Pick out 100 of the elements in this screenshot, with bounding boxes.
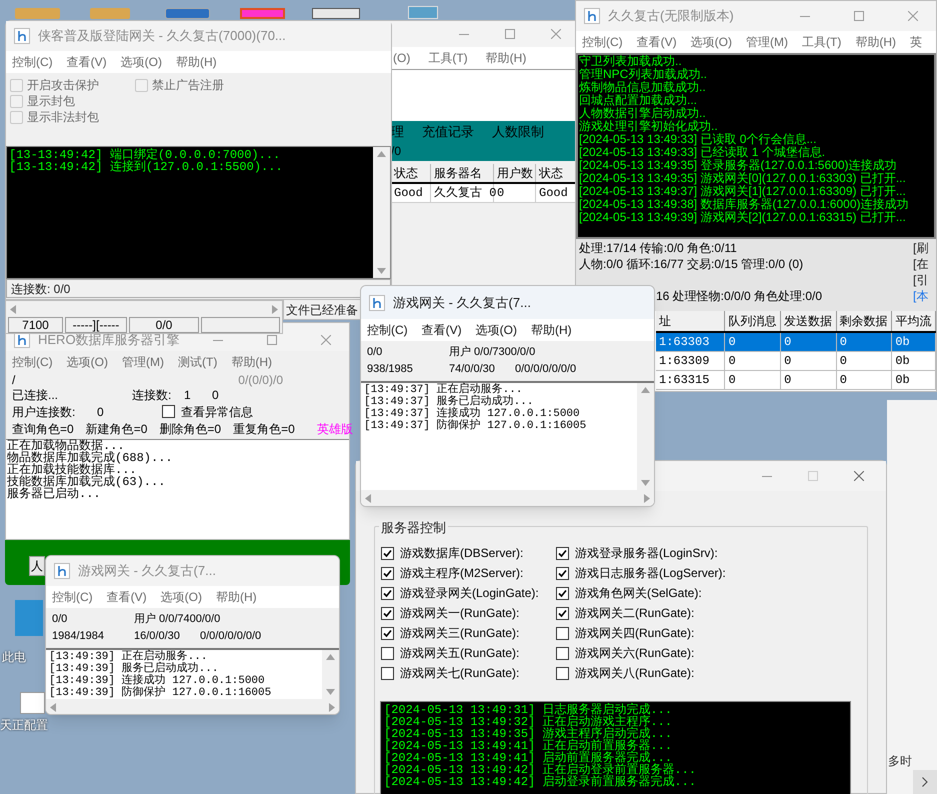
checkbox[interactable] bbox=[556, 586, 569, 600]
table-row[interactable]: 1:63315 0 0 0 0b bbox=[656, 371, 936, 390]
column-header[interactable]: 队列消息 bbox=[725, 311, 782, 331]
checkbox[interactable] bbox=[381, 646, 394, 660]
scroll-up-icon[interactable] bbox=[326, 654, 335, 660]
menu-item[interactable]: 查看(V) bbox=[422, 321, 462, 339]
scroll-right-icon[interactable] bbox=[272, 304, 278, 314]
scroll-left-icon[interactable] bbox=[10, 304, 16, 314]
scroll-down-icon[interactable] bbox=[377, 268, 386, 274]
next-button[interactable] bbox=[913, 770, 937, 794]
checkbox[interactable] bbox=[556, 546, 569, 560]
checkbox[interactable] bbox=[556, 666, 569, 680]
menu-item[interactable]: 查看(V) bbox=[66, 53, 107, 71]
chevron-right-icon bbox=[922, 777, 928, 787]
close-icon[interactable] bbox=[321, 335, 331, 345]
menu-item[interactable]: 帮助(H) bbox=[176, 53, 217, 71]
scrollbar[interactable] bbox=[361, 490, 654, 506]
scroll-left-icon[interactable] bbox=[365, 494, 371, 502]
close-icon[interactable] bbox=[908, 11, 918, 21]
checkbox[interactable] bbox=[381, 666, 394, 680]
scroll-up-icon[interactable] bbox=[641, 387, 650, 393]
checkbox[interactable] bbox=[162, 405, 175, 418]
scroll-down-icon[interactable] bbox=[326, 689, 335, 695]
menu-item[interactable]: 帮助(H) bbox=[855, 33, 896, 51]
maximize-icon[interactable] bbox=[808, 471, 818, 481]
checkbox[interactable] bbox=[556, 626, 569, 640]
menu-item[interactable]: 帮助(H) bbox=[486, 49, 526, 67]
checkbox-label: 游戏网关六(RunGate): bbox=[575, 645, 694, 662]
scrollbar[interactable] bbox=[322, 650, 339, 699]
close-icon[interactable] bbox=[854, 471, 864, 481]
menu-item[interactable]: 工具(T) bbox=[802, 33, 842, 51]
window-title: 侠客普及版登陆网关 - 久久复古(7000)(70... bbox=[38, 27, 286, 46]
log-line: 服务器已启动... bbox=[7, 488, 102, 500]
scroll-down-icon[interactable] bbox=[641, 480, 650, 486]
scroll-right-icon[interactable] bbox=[329, 702, 335, 712]
log-line: [2024-05-13 13:49:41] 启动前置服务器完成... bbox=[384, 752, 672, 764]
menu-item[interactable]: 帮助(H) bbox=[231, 353, 272, 371]
menu-item[interactable]: 查看(V) bbox=[106, 588, 147, 606]
column-header[interactable]: 状态 bbox=[536, 164, 576, 182]
column-header[interactable]: 服务器名 bbox=[431, 164, 494, 182]
toolbar-item[interactable]: 充值记录 bbox=[422, 122, 474, 142]
menu-item[interactable]: 控制(C) bbox=[367, 321, 408, 339]
desktop-icon[interactable] bbox=[20, 692, 45, 714]
checkbox[interactable] bbox=[381, 586, 394, 600]
scrollbar[interactable] bbox=[46, 699, 339, 714]
menu-item[interactable]: 选项(O) bbox=[476, 321, 517, 339]
menu-item[interactable]: 控制(C) bbox=[12, 53, 53, 71]
checkbox[interactable] bbox=[381, 606, 394, 620]
toolbar-item[interactable]: 理 bbox=[391, 122, 404, 142]
log-line: [13-13:49:42] 端口绑定(0.0.0.0:7000)... bbox=[9, 149, 282, 161]
menu-item[interactable]: 工具(T) bbox=[428, 49, 468, 67]
scrollbar[interactable] bbox=[637, 383, 654, 490]
close-icon[interactable] bbox=[551, 29, 561, 39]
toolbar-item[interactable]: 人数限制 bbox=[492, 122, 544, 142]
menu-item[interactable]: 选项(O) bbox=[120, 53, 162, 71]
menu-item[interactable]: 测试(T) bbox=[178, 353, 218, 371]
text: 用户连接数: bbox=[12, 404, 76, 420]
menu-item[interactable]: 帮助(H) bbox=[216, 588, 257, 606]
checkbox[interactable] bbox=[381, 566, 394, 580]
menu-item[interactable]: 控制(C) bbox=[582, 33, 623, 51]
menu-item[interactable]: (O) bbox=[393, 49, 410, 67]
log-line: [2024-05-13 13:49:32] 正在启动游戏主程序... bbox=[384, 716, 674, 728]
checkbox[interactable] bbox=[556, 606, 569, 620]
checkbox[interactable] bbox=[381, 546, 394, 560]
table-row[interactable]: 1:63309 0 0 0 0b bbox=[656, 352, 936, 371]
menu-item[interactable]: 管理(M) bbox=[746, 33, 788, 51]
stats-text: 处理:17/14 传输:0/0 角色:0/11 bbox=[578, 242, 738, 255]
column-header[interactable]: 址 bbox=[656, 311, 726, 331]
desktop-icon[interactable] bbox=[312, 8, 360, 19]
menu-item[interactable]: 控制(C) bbox=[12, 353, 53, 371]
menu-item[interactable]: 控制(C) bbox=[52, 588, 93, 606]
menu-item[interactable]: 选项(O) bbox=[690, 33, 732, 51]
menu-item[interactable]: 选项(O) bbox=[66, 353, 108, 371]
maximize-icon[interactable] bbox=[854, 11, 864, 21]
menu-item[interactable]: 帮助(H) bbox=[531, 321, 572, 339]
button[interactable]: 人 bbox=[29, 556, 45, 576]
status-cell: 0/0 bbox=[129, 317, 199, 333]
scroll-up-icon[interactable] bbox=[377, 151, 386, 157]
column-header[interactable]: 平均流 bbox=[892, 311, 936, 331]
table-row[interactable]: 1:63303 0 0 0 0b bbox=[656, 333, 936, 352]
maximize-icon[interactable] bbox=[505, 29, 515, 39]
column-header[interactable]: 剩余数据 bbox=[836, 311, 892, 331]
window-title: 久久复古(无限制版本) bbox=[608, 7, 735, 26]
menu-item[interactable]: 查看(V) bbox=[636, 33, 677, 51]
menu-item[interactable]: 英 bbox=[910, 33, 922, 51]
column-header[interactable]: 发送数据 bbox=[781, 311, 837, 331]
menu-item[interactable]: 选项(O) bbox=[160, 588, 202, 606]
text: 多时 bbox=[888, 753, 912, 770]
text: 英雄版 bbox=[316, 420, 353, 438]
checkbox[interactable] bbox=[556, 566, 569, 580]
column-header[interactable]: 用户数 bbox=[494, 164, 536, 182]
checkbox[interactable] bbox=[381, 626, 394, 640]
menu-item[interactable]: 管理(M) bbox=[122, 353, 164, 371]
column-header[interactable]: 状态 bbox=[391, 164, 431, 182]
maximize-icon[interactable] bbox=[267, 335, 277, 345]
link[interactable]: [本 bbox=[913, 290, 928, 303]
scroll-right-icon[interactable] bbox=[644, 494, 650, 502]
status-text: 文件已经准备 bbox=[286, 302, 358, 319]
checkbox[interactable] bbox=[556, 646, 569, 660]
scroll-left-icon[interactable] bbox=[50, 702, 56, 712]
